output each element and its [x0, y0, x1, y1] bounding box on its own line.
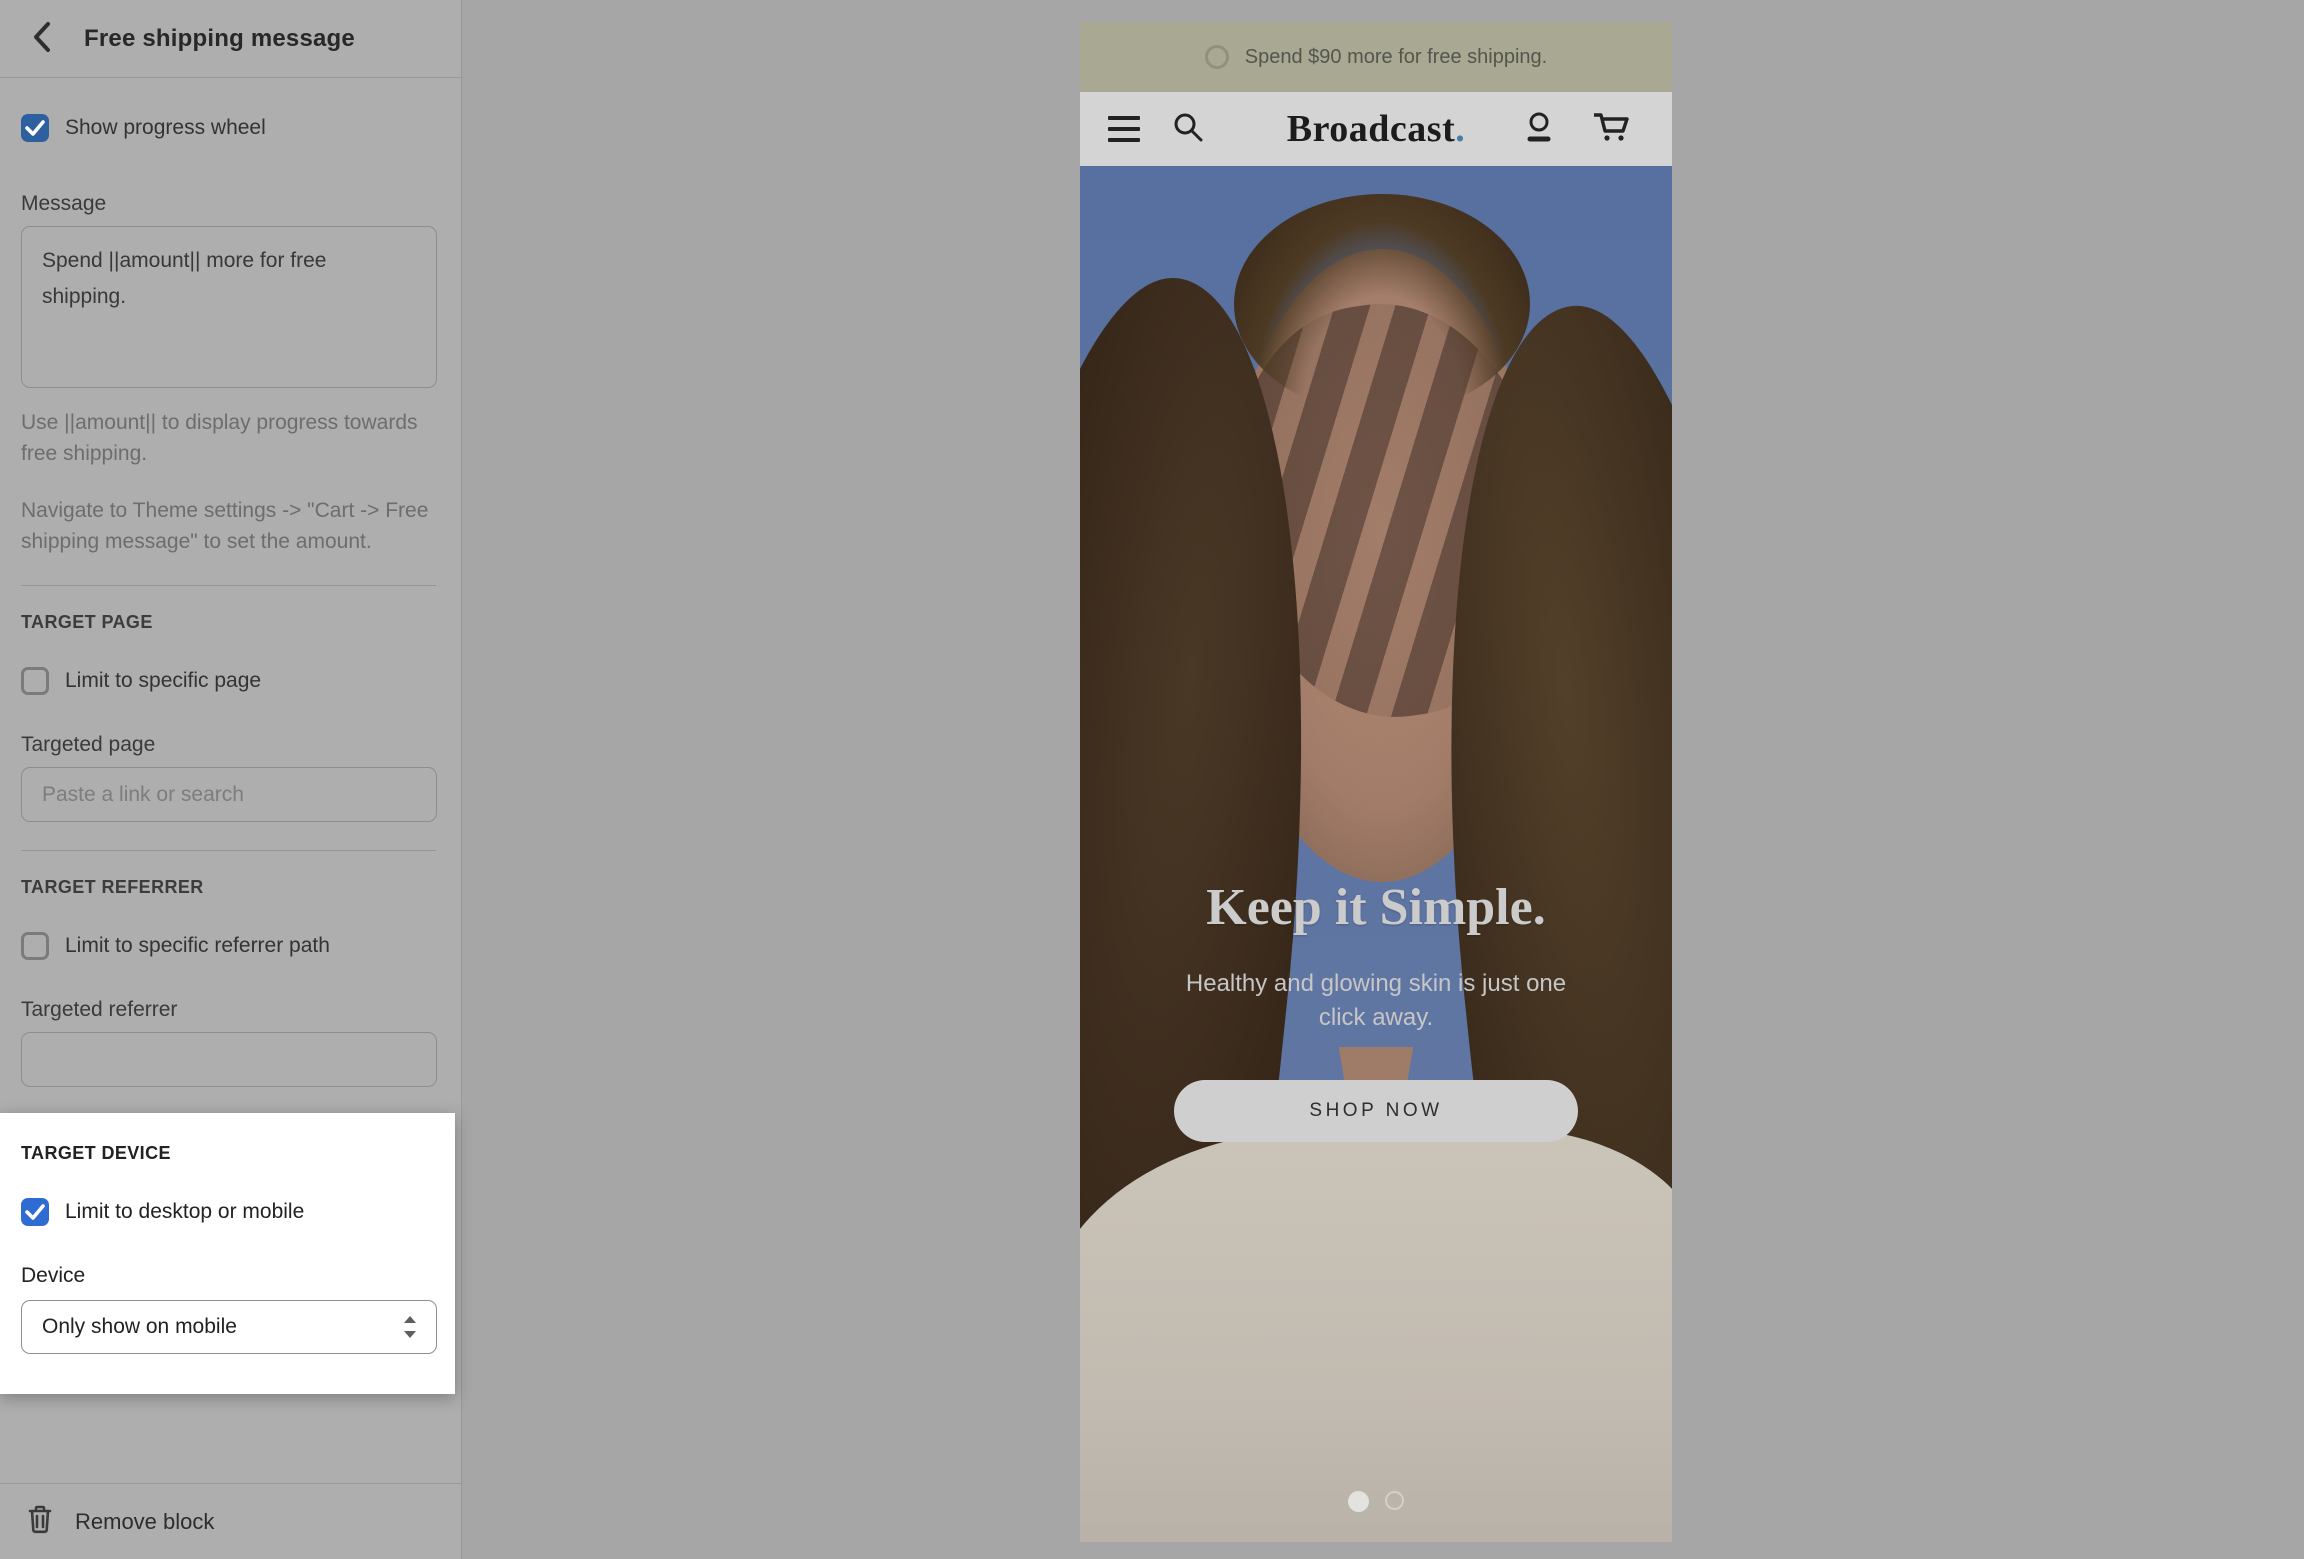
pagination-dot-active[interactable]	[1348, 1491, 1369, 1512]
banner-text: Spend $90 more for free shipping.	[1245, 46, 1547, 69]
up-down-caret-icon	[402, 1315, 418, 1339]
hero-slide[interactable]: Keep it Simple. Healthy and glowing skin…	[1080, 166, 1672, 1542]
target-page-heading: TARGET PAGE	[21, 612, 436, 633]
help-amount-text: Use ||amount|| to display progress towar…	[21, 407, 441, 469]
logo-dot: .	[1455, 108, 1465, 150]
cart-icon[interactable]	[1592, 109, 1630, 150]
trash-icon	[27, 1504, 53, 1539]
remove-block-label: Remove block	[75, 1509, 214, 1535]
device-select[interactable]: Only show on mobile	[21, 1300, 437, 1354]
message-textarea[interactable]: Spend ||amount|| more for free shipping.	[21, 226, 437, 388]
limit-device-row[interactable]: Limit to desktop or mobile	[21, 1198, 430, 1226]
hero-title: Keep it Simple.	[1080, 878, 1672, 937]
targeted-page-input[interactable]	[21, 767, 437, 822]
store-logo[interactable]: Broadcast.	[1080, 107, 1672, 151]
targeted-referrer-input[interactable]	[21, 1032, 437, 1087]
person-icon[interactable]	[1522, 109, 1556, 150]
target-device-heading: TARGET DEVICE	[21, 1143, 430, 1164]
limit-referrer-checkbox[interactable]	[21, 932, 49, 960]
targeted-page-label: Targeted page	[21, 733, 436, 757]
limit-device-checkbox[interactable]	[21, 1198, 49, 1226]
pagination-dot[interactable]	[1385, 1491, 1404, 1510]
settings-sidebar: Free shipping message Show progress whee…	[0, 0, 462, 1559]
hero-hair	[1234, 194, 1530, 414]
divider	[21, 585, 436, 586]
store-header: Broadcast.	[1080, 92, 1672, 166]
remove-block-button[interactable]: Remove block	[0, 1483, 461, 1559]
message-label: Message	[21, 192, 436, 216]
hero-subtitle: Healthy and glowing skin is just one cli…	[1166, 967, 1586, 1034]
target-referrer-heading: TARGET REFERRER	[21, 877, 436, 898]
divider	[21, 850, 436, 851]
panel-header: Free shipping message	[0, 0, 461, 78]
circle-ring-icon	[1205, 45, 1229, 69]
show-progress-wheel-row[interactable]: Show progress wheel	[21, 114, 436, 142]
mobile-preview: Spend $90 more for free shipping. Broadc…	[1080, 22, 1672, 1542]
targeted-referrer-label: Targeted referrer	[21, 998, 436, 1022]
limit-referrer-label: Limit to specific referrer path	[65, 934, 330, 958]
show-progress-wheel-checkbox[interactable]	[21, 114, 49, 142]
limit-page-checkbox[interactable]	[21, 667, 49, 695]
limit-referrer-row[interactable]: Limit to specific referrer path	[21, 932, 436, 960]
limit-device-label: Limit to desktop or mobile	[65, 1200, 304, 1224]
target-device-card: TARGET DEVICE Limit to desktop or mobile…	[0, 1113, 455, 1394]
slideshow-pagination	[1080, 1491, 1672, 1512]
page-title: Free shipping message	[84, 25, 355, 53]
shop-now-button[interactable]: SHOP NOW	[1174, 1080, 1578, 1142]
free-shipping-banner[interactable]: Spend $90 more for free shipping.	[1080, 22, 1672, 92]
back-button[interactable]	[24, 22, 58, 56]
limit-page-label: Limit to specific page	[65, 669, 261, 693]
device-select-value: Only show on mobile	[42, 1315, 237, 1339]
show-progress-wheel-label: Show progress wheel	[65, 116, 266, 140]
hero-blazer	[1080, 1129, 1672, 1542]
limit-page-row[interactable]: Limit to specific page	[21, 667, 436, 695]
help-navigate-text: Navigate to Theme settings -> "Cart -> F…	[21, 495, 441, 557]
device-label: Device	[21, 1264, 430, 1288]
chevron-left-icon	[30, 20, 52, 57]
